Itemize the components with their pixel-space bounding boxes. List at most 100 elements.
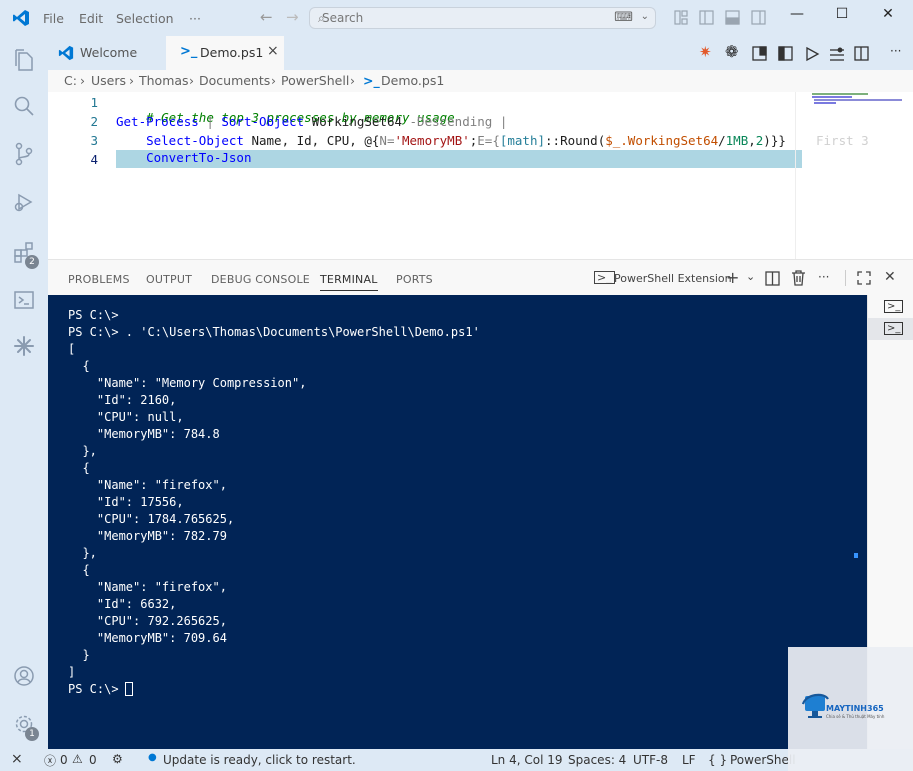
minimap[interactable] xyxy=(795,92,913,259)
breadcrumb-drive[interactable]: C: xyxy=(64,73,77,88)
copilot-chat-icon[interactable]: ⌨ xyxy=(614,10,633,25)
forward-arrow-icon[interactable]: → xyxy=(286,8,299,26)
command-center-search[interactable]: ⌕ Search ⌨ ⌄ xyxy=(309,7,656,29)
copilot-spark-icon[interactable] xyxy=(0,324,48,368)
menu-edit[interactable]: Edit xyxy=(79,11,103,26)
powershell-file-icon: >_ xyxy=(363,73,380,88)
more-actions-icon[interactable]: ··· xyxy=(818,270,829,284)
terminal-instance-selected[interactable]: >_ xyxy=(868,318,913,340)
terminal-line: { xyxy=(68,461,90,475)
indentation[interactable]: Spaces: 4 xyxy=(568,753,626,767)
tab-output[interactable]: OUTPUT xyxy=(146,273,192,286)
terminal-line: [ xyxy=(68,342,76,356)
terminal-line: "Id": 2160, xyxy=(68,393,177,407)
error-icon[interactable]: ⓧ xyxy=(44,752,56,769)
terminal-line: ] xyxy=(68,665,76,679)
error-count[interactable]: 0 xyxy=(60,753,68,767)
code-token: $_.WorkingSet64 xyxy=(605,133,719,148)
maximize-panel-icon[interactable] xyxy=(857,271,871,288)
panel-separator xyxy=(845,270,846,286)
terminal-line: "CPU": 792.265625, xyxy=(68,614,227,628)
code-token: 'MemoryMB' xyxy=(394,133,470,148)
source-control-icon[interactable] xyxy=(0,132,48,176)
terminal-line: "Id": 6632, xyxy=(68,597,177,611)
line-number: 4 xyxy=(90,152,98,167)
terminal-line: "Name": "firefox", xyxy=(68,580,227,594)
openai-icon[interactable]: ❁ xyxy=(725,42,738,61)
breadcrumb-powershell[interactable]: PowerShell xyxy=(281,73,349,88)
terminal-scroll-marker xyxy=(854,553,858,558)
powershell-file-icon: >_ xyxy=(180,44,198,59)
braces-icon[interactable]: { } xyxy=(708,753,727,767)
code-token: WorkingSet64 xyxy=(304,114,410,129)
terminal-line: } xyxy=(68,648,90,662)
terminal-instance-icon[interactable]: >_ xyxy=(884,300,904,313)
remote-icon[interactable]: ⨯ xyxy=(11,751,23,767)
breadcrumb: C: › Users › Thomas › Documents › PowerS… xyxy=(48,70,913,92)
tab-label: Demo.ps1 xyxy=(200,45,264,60)
terminal-line: "MemoryMB": 782.79 xyxy=(68,529,227,543)
terminal-line: PS C:\> . 'C:\Users\Thomas\Documents\Pow… xyxy=(68,325,480,339)
update-notice[interactable]: Update is ready, click to restart. xyxy=(163,753,356,767)
terminal-icon[interactable] xyxy=(0,278,48,322)
tab-debug-console[interactable]: DEBUG CONSOLE xyxy=(211,273,310,286)
minimap-line xyxy=(812,93,868,95)
maximize-button[interactable]: ☐ xyxy=(822,6,862,30)
cursor-position[interactable]: Ln 4, Col 19 xyxy=(491,753,563,767)
search-icon[interactable] xyxy=(0,84,48,128)
warning-count[interactable]: 0 xyxy=(89,753,97,767)
tab-demo-ps1[interactable]: >_ Demo.ps1 × xyxy=(166,36,284,70)
code-token: Select-Object xyxy=(146,133,244,148)
menu-file[interactable]: File xyxy=(43,11,64,26)
account-icon[interactable] xyxy=(0,654,48,698)
tab-close-icon[interactable]: × xyxy=(267,43,279,59)
close-panel-icon[interactable]: ✕ xyxy=(884,269,896,285)
copilot-icon[interactable]: ✷ xyxy=(699,43,712,61)
explorer-icon[interactable] xyxy=(0,38,48,82)
editor-tab-bar: Welcome >_ Demo.ps1 × ✷ ❁ ··· xyxy=(48,36,913,70)
menu-more[interactable]: ··· xyxy=(189,11,201,26)
code-token: ::Round( xyxy=(545,133,606,148)
end-of-line[interactable]: LF xyxy=(682,753,696,767)
minimap-line xyxy=(814,102,836,104)
terminal-line: "CPU": null, xyxy=(68,410,184,424)
tab-welcome[interactable]: Welcome xyxy=(48,36,166,70)
code-token: )}} xyxy=(763,133,786,148)
terminal-line: "Id": 17556, xyxy=(68,495,184,509)
tab-terminal[interactable]: TERMINAL xyxy=(320,273,378,291)
trash-icon[interactable] xyxy=(791,270,806,289)
close-window-button[interactable]: ✕ xyxy=(868,6,908,30)
chevron-down-icon[interactable]: ⌄ xyxy=(746,270,755,283)
line-number: 3 xyxy=(90,133,98,148)
code-token: E={ xyxy=(477,133,500,148)
breadcrumb-users[interactable]: Users xyxy=(91,73,126,88)
minimap-line xyxy=(814,99,902,101)
breadcrumb-file[interactable]: Demo.ps1 xyxy=(381,73,444,88)
code-editor[interactable]: 1 2 3 4 # Get the top 3 processes by mem… xyxy=(48,92,913,259)
terminal-output[interactable]: PS C:\> PS C:\> . 'C:\Users\Thomas\Docume… xyxy=(48,295,867,749)
language-mode[interactable]: PowerShell xyxy=(730,753,796,767)
run-debug-icon[interactable] xyxy=(0,180,48,224)
encoding[interactable]: UTF-8 xyxy=(633,753,668,767)
back-arrow-icon[interactable]: ← xyxy=(260,8,273,26)
breadcrumb-thomas[interactable]: Thomas xyxy=(139,73,189,88)
minimize-button[interactable]: — xyxy=(777,6,817,30)
minimap-line xyxy=(812,96,852,98)
debug-icon[interactable]: ⚙ xyxy=(112,752,123,766)
settings-gear-icon[interactable]: 1 xyxy=(0,702,48,746)
breadcrumb-documents[interactable]: Documents xyxy=(199,73,270,88)
extensions-icon[interactable]: 2 xyxy=(0,230,48,274)
extensions-badge: 2 xyxy=(25,255,39,269)
warning-icon[interactable]: ⚠ xyxy=(72,752,83,766)
more-actions-icon[interactable]: ··· xyxy=(890,44,901,58)
code-token: | xyxy=(198,114,222,129)
tab-ports[interactable]: PORTS xyxy=(396,273,433,286)
terminal-instance-label[interactable]: PowerShell Extension xyxy=(614,272,732,285)
vscode-logo-icon xyxy=(58,45,74,64)
add-terminal-icon[interactable]: + xyxy=(726,268,739,287)
split-terminal-icon[interactable] xyxy=(765,271,780,289)
tab-problems[interactable]: PROBLEMS xyxy=(68,273,130,286)
menu-selection[interactable]: Selection xyxy=(116,11,174,26)
chevron-down-icon[interactable]: ⌄ xyxy=(641,11,649,22)
